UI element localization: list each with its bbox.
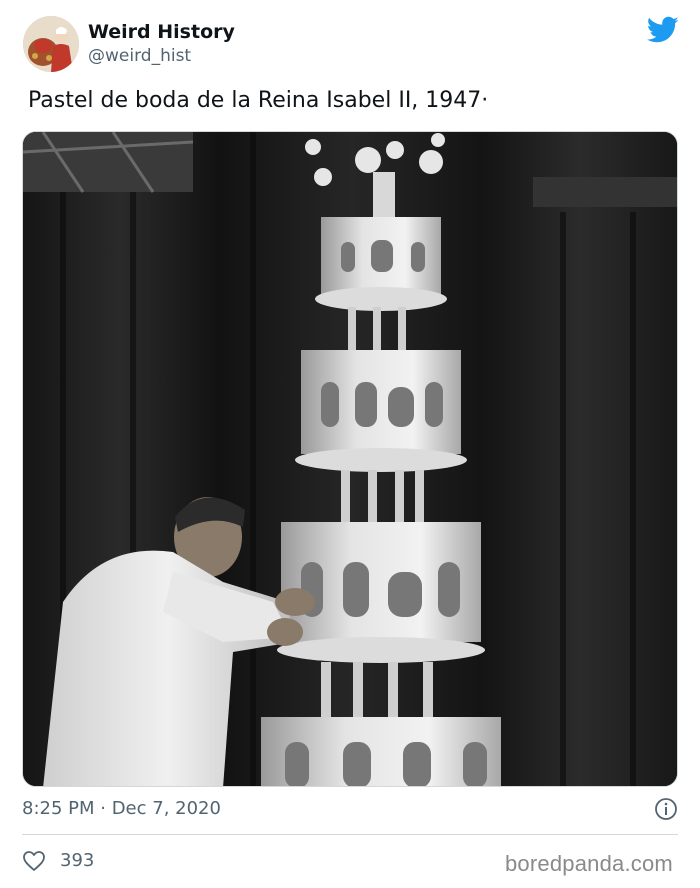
author-handle[interactable]: @weird_hist (88, 46, 191, 66)
avatar[interactable] (23, 16, 79, 72)
divider (22, 834, 678, 835)
info-icon[interactable] (654, 797, 678, 821)
like-count: 393 (60, 850, 95, 871)
twitter-bird-icon[interactable] (647, 16, 679, 44)
tweet-card: Weird History @weird_hist Pastel de boda… (0, 0, 700, 888)
tweet-timestamp[interactable]: 8:25 PM · Dec 7, 2020 (22, 797, 221, 821)
tweet-text: Pastel de boda de la Reina Isabel II, 19… (28, 88, 489, 113)
watermark: boredpanda.com (505, 851, 673, 876)
tweet-photo[interactable] (22, 131, 678, 787)
heart-icon[interactable] (22, 849, 46, 873)
wedding-cake-photo (23, 132, 677, 786)
author-name[interactable]: Weird History (88, 21, 235, 43)
avatar-image (23, 16, 79, 72)
